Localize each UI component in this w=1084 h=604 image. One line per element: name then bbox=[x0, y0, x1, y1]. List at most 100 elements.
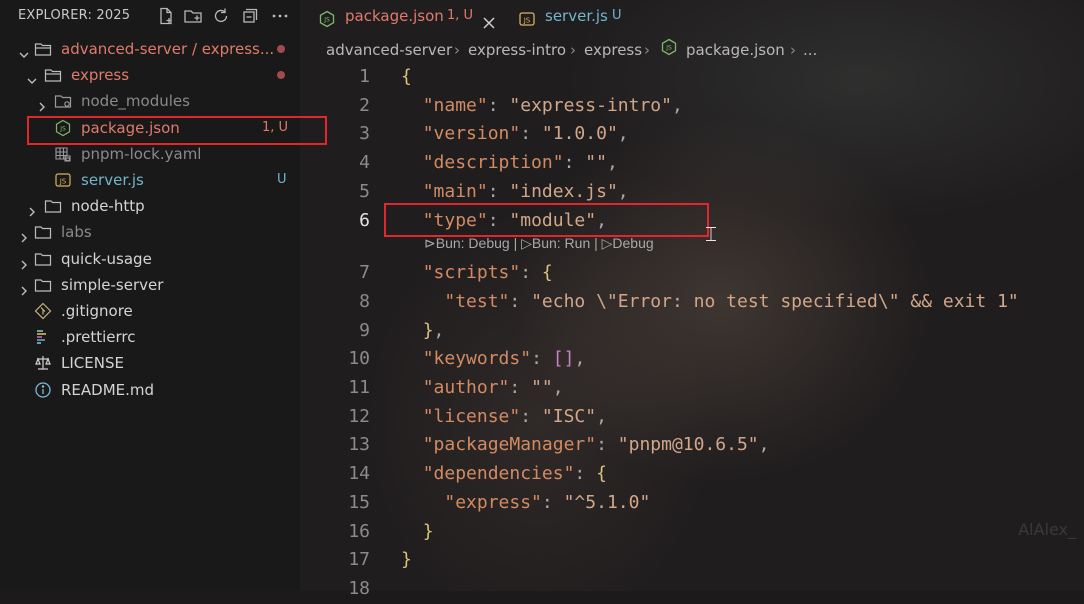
code-line[interactable]: "name": "express-intro", bbox=[401, 92, 683, 121]
more-icon[interactable] bbox=[270, 6, 290, 26]
breadcrumb-separator: › bbox=[454, 41, 460, 59]
line-number: 14 bbox=[348, 463, 370, 485]
refresh-icon[interactable] bbox=[211, 6, 231, 26]
tree-item[interactable]: node_modules bbox=[0, 88, 300, 114]
new-folder-icon[interactable] bbox=[183, 6, 203, 26]
tree-item-label: LICENSE bbox=[61, 354, 124, 373]
folder-icon bbox=[34, 276, 52, 294]
breadcrumb-item[interactable]: express bbox=[584, 38, 642, 62]
modified-dot bbox=[277, 71, 285, 80]
folder-open-icon bbox=[34, 40, 52, 58]
prettier-icon bbox=[34, 328, 52, 346]
tree-item[interactable]: node-http bbox=[0, 193, 300, 219]
line-number: 10 bbox=[348, 348, 370, 370]
new-file-icon[interactable] bbox=[156, 6, 176, 26]
tree-item-label: labs bbox=[61, 223, 92, 242]
folder-icon bbox=[34, 250, 52, 268]
tree-item[interactable]: .prettierrc bbox=[0, 324, 300, 350]
tab-status: 1, U bbox=[447, 8, 474, 23]
tree-item-label: node_modules bbox=[81, 92, 190, 111]
breadcrumb-item[interactable]: ... bbox=[803, 38, 817, 62]
line-number: 17 bbox=[348, 549, 370, 571]
line-number: 18 bbox=[348, 577, 370, 599]
collapse-icon[interactable] bbox=[240, 6, 260, 26]
line-number: 2 bbox=[359, 94, 370, 116]
folder-icon bbox=[44, 197, 62, 215]
code-line[interactable]: { bbox=[401, 63, 412, 92]
code-line[interactable]: "author": "", bbox=[401, 374, 564, 403]
tree-item[interactable]: .gitignore bbox=[0, 298, 300, 324]
code-line[interactable]: } bbox=[401, 518, 434, 547]
info-icon bbox=[34, 381, 52, 399]
svg-text:JS: JS bbox=[59, 178, 67, 186]
tree-item[interactable]: quick-usage bbox=[0, 246, 300, 272]
svg-text:JS: JS bbox=[665, 45, 672, 52]
tree-item-label: simple-server bbox=[61, 275, 164, 294]
tab-label: server.js bbox=[545, 7, 608, 25]
tree-item[interactable]: README.md bbox=[0, 377, 300, 403]
tree-item[interactable]: JS server.js U bbox=[0, 167, 300, 193]
line-number: 6 bbox=[359, 209, 370, 231]
chevron-right-icon[interactable] bbox=[18, 253, 30, 270]
chevron-right-icon[interactable] bbox=[36, 95, 48, 112]
chevron-right-icon[interactable] bbox=[18, 279, 30, 296]
folder-modules-icon bbox=[54, 92, 72, 110]
chevron-down-icon[interactable] bbox=[18, 43, 30, 58]
line-number: 3 bbox=[359, 123, 370, 145]
tree-item[interactable]: labs bbox=[0, 219, 300, 245]
tab-server-js[interactable]: JS server.js U bbox=[518, 0, 638, 32]
tree-item[interactable]: advanced-server / express... bbox=[0, 36, 300, 62]
breadcrumb-item[interactable]: advanced-server bbox=[326, 38, 452, 62]
tree-item[interactable]: express bbox=[0, 62, 300, 88]
code-line[interactable]: }, bbox=[401, 317, 445, 346]
code-line[interactable]: "version": "1.0.0", bbox=[401, 120, 629, 149]
license-icon bbox=[34, 354, 52, 372]
tree-item-label: quick-usage bbox=[61, 249, 152, 268]
code-line[interactable]: "scripts": { bbox=[401, 259, 553, 288]
tab-package-json[interactable]: JS package.json 1, U bbox=[318, 0, 508, 32]
nodejs-icon: JS bbox=[318, 7, 336, 28]
code-line[interactable]: } bbox=[401, 546, 412, 575]
code-line[interactable]: "express": "^5.1.0" bbox=[401, 489, 650, 518]
line-number: 1 bbox=[359, 66, 370, 87]
code-line[interactable]: "license": "ISC", bbox=[401, 403, 607, 432]
explorer-sidebar: EXPLORER: 2025 advanced-server / express… bbox=[0, 0, 327, 591]
tab-status: U bbox=[612, 8, 622, 23]
code-line[interactable]: "dependencies": { bbox=[401, 460, 607, 489]
svg-text:JS: JS bbox=[323, 17, 330, 24]
highlight-type-line bbox=[384, 203, 709, 237]
lockfile-icon bbox=[54, 145, 72, 163]
code-line[interactable]: "packageManager": "pnpm@10.6.5", bbox=[401, 431, 770, 460]
tree-item-label: .gitignore bbox=[61, 302, 133, 320]
editor-tabs: JS package.json 1, U JS server.js U bbox=[300, 0, 1084, 32]
svg-text:JS: JS bbox=[523, 17, 531, 25]
code-line[interactable]: "keywords": [], bbox=[401, 345, 586, 374]
git-icon bbox=[34, 302, 52, 320]
tree-item[interactable]: LICENSE bbox=[0, 350, 300, 376]
tab-label: package.json bbox=[345, 7, 444, 25]
breadcrumb-item[interactable]: express-intro bbox=[468, 38, 566, 62]
line-number: 12 bbox=[348, 405, 370, 427]
breadcrumb-separator: › bbox=[644, 41, 650, 59]
line-number: 8 bbox=[359, 290, 370, 312]
tree-item-label: node-http bbox=[71, 197, 145, 216]
git-status-badge: U bbox=[277, 172, 287, 187]
tree-item[interactable]: simple-server bbox=[0, 272, 300, 298]
code-line[interactable]: "test": "echo \"Error: no test specified… bbox=[401, 288, 1018, 317]
folder-icon bbox=[34, 223, 52, 241]
chevron-right-icon[interactable] bbox=[18, 226, 30, 243]
code-line[interactable]: "description": "", bbox=[401, 149, 618, 178]
folder-open-icon bbox=[44, 66, 62, 84]
chevron-right-icon[interactable] bbox=[26, 200, 38, 217]
mouse-cursor-icon: ⌶ bbox=[705, 222, 717, 246]
code-editor[interactable]: 1 {2 "name": "express-intro", 3 "version":… bbox=[300, 62, 1084, 599]
line-number: 11 bbox=[348, 377, 370, 398]
breadcrumb-separator: › bbox=[790, 41, 796, 59]
chevron-down-icon[interactable] bbox=[26, 69, 38, 85]
line-number: 9 bbox=[359, 319, 370, 341]
tree-item-label: .prettierrc bbox=[61, 328, 136, 347]
close-icon[interactable] bbox=[482, 9, 496, 29]
watermark: AlAlex_ bbox=[1018, 520, 1076, 539]
breadcrumb-item[interactable]: package.json bbox=[686, 38, 785, 62]
line-number: 5 bbox=[359, 180, 370, 202]
